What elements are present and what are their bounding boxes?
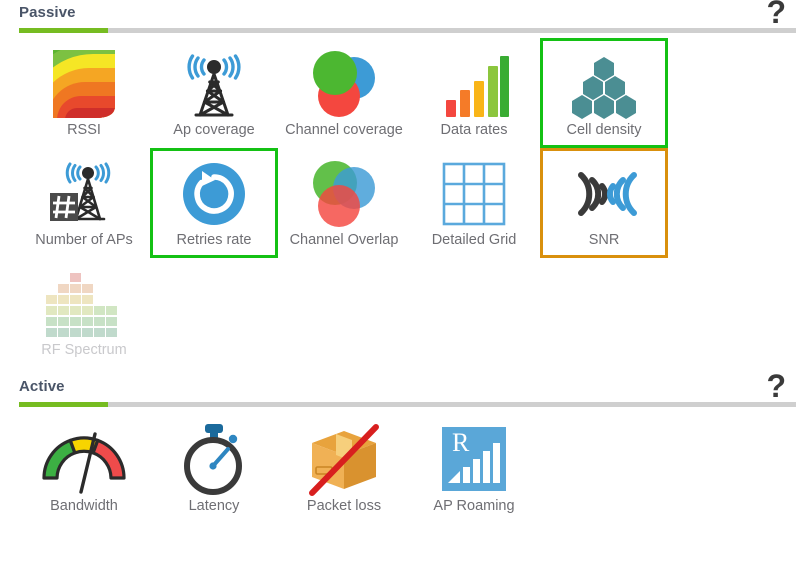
tile-ap-roaming[interactable]: R AP Roaming [410, 412, 538, 524]
tile-label: Packet loss [306, 498, 382, 514]
tile-snr[interactable]: SNR [540, 148, 668, 258]
section-title-passive: Passive [19, 4, 76, 21]
tile-row: RSSI Ap coverage Channel coverage Data r… [0, 38, 800, 148]
tower-hash-icon [23, 155, 145, 233]
active-tile-grid: Bandwidth Latency Packet loss R AP Roami… [0, 412, 800, 524]
three-circles-icon [283, 45, 405, 123]
visualization-picker-page: Passive ? RSSI Ap coverage Channel cover… [0, 0, 800, 587]
ap-tower-icon [153, 45, 275, 123]
section-progress-bar-active [19, 402, 796, 407]
tile-ap-coverage[interactable]: Ap coverage [150, 38, 278, 148]
tile-label: Detailed Grid [431, 232, 517, 248]
hexagons-icon [543, 45, 665, 123]
tile-label: Channel coverage [285, 122, 403, 138]
tile-label: Latency [188, 498, 240, 514]
tile-packet-loss[interactable]: Packet loss [280, 412, 408, 524]
venn-circles-icon [283, 155, 405, 233]
tile-label: Data rates [440, 122, 508, 138]
snr-waves-icon [543, 155, 665, 233]
tile-label: Channel Overlap [289, 232, 399, 248]
tile-label: Number of APs [35, 232, 133, 248]
section-title-active: Active [19, 378, 65, 395]
section-progress-fill [19, 402, 108, 407]
section-progress-bar-passive [19, 28, 796, 33]
tile-label: RSSI [67, 122, 101, 138]
refresh-circle-icon [153, 155, 275, 233]
spectrum-blocks-icon [23, 265, 145, 343]
tile-label: RF Spectrum [41, 342, 127, 358]
roaming-bars-icon: R [413, 419, 535, 499]
tile-row: Number of APs Retries rate Channel Overl… [0, 148, 800, 258]
bar-chart-icon [413, 45, 535, 123]
gauge-icon [23, 419, 145, 499]
tile-number-of-aps[interactable]: Number of APs [20, 148, 148, 258]
tile-rssi[interactable]: RSSI [20, 38, 148, 148]
help-icon[interactable]: ? [766, 0, 786, 28]
tile-label: Bandwidth [50, 498, 118, 514]
tile-channel-coverage[interactable]: Channel coverage [280, 38, 408, 148]
tile-label: AP Roaming [433, 498, 515, 514]
section-header-passive: Passive ? [0, 0, 800, 38]
tile-retries-rate[interactable]: Retries rate [150, 148, 278, 258]
tile-label: SNR [588, 232, 620, 248]
tile-detailed-grid[interactable]: Detailed Grid [410, 148, 538, 258]
help-icon[interactable]: ? [766, 370, 786, 402]
tile-label: Ap coverage [173, 122, 255, 138]
tile-bandwidth[interactable]: Bandwidth [20, 412, 148, 524]
grid-3x3-icon [413, 155, 535, 233]
tile-label: Cell density [566, 122, 642, 138]
rssi-heatmap-icon [23, 45, 145, 123]
tile-cell-density[interactable]: Cell density [540, 38, 668, 148]
box-crossed-icon [283, 419, 405, 499]
tile-label: Retries rate [176, 232, 252, 248]
tile-latency[interactable]: Latency [150, 412, 278, 524]
tile-rf-spectrum[interactable]: RF Spectrum [20, 258, 148, 368]
section-progress-fill [19, 28, 108, 33]
tile-row: Bandwidth Latency Packet loss R AP Roami… [0, 412, 800, 524]
tile-channel-overlap[interactable]: Channel Overlap [280, 148, 408, 258]
tile-data-rates[interactable]: Data rates [410, 38, 538, 148]
stopwatch-icon [153, 419, 275, 499]
tile-row: RF Spectrum [0, 258, 800, 368]
section-header-active: Active ? [0, 370, 800, 412]
svg-text:R: R [452, 428, 470, 457]
passive-tile-grid: RSSI Ap coverage Channel coverage Data r… [0, 38, 800, 368]
